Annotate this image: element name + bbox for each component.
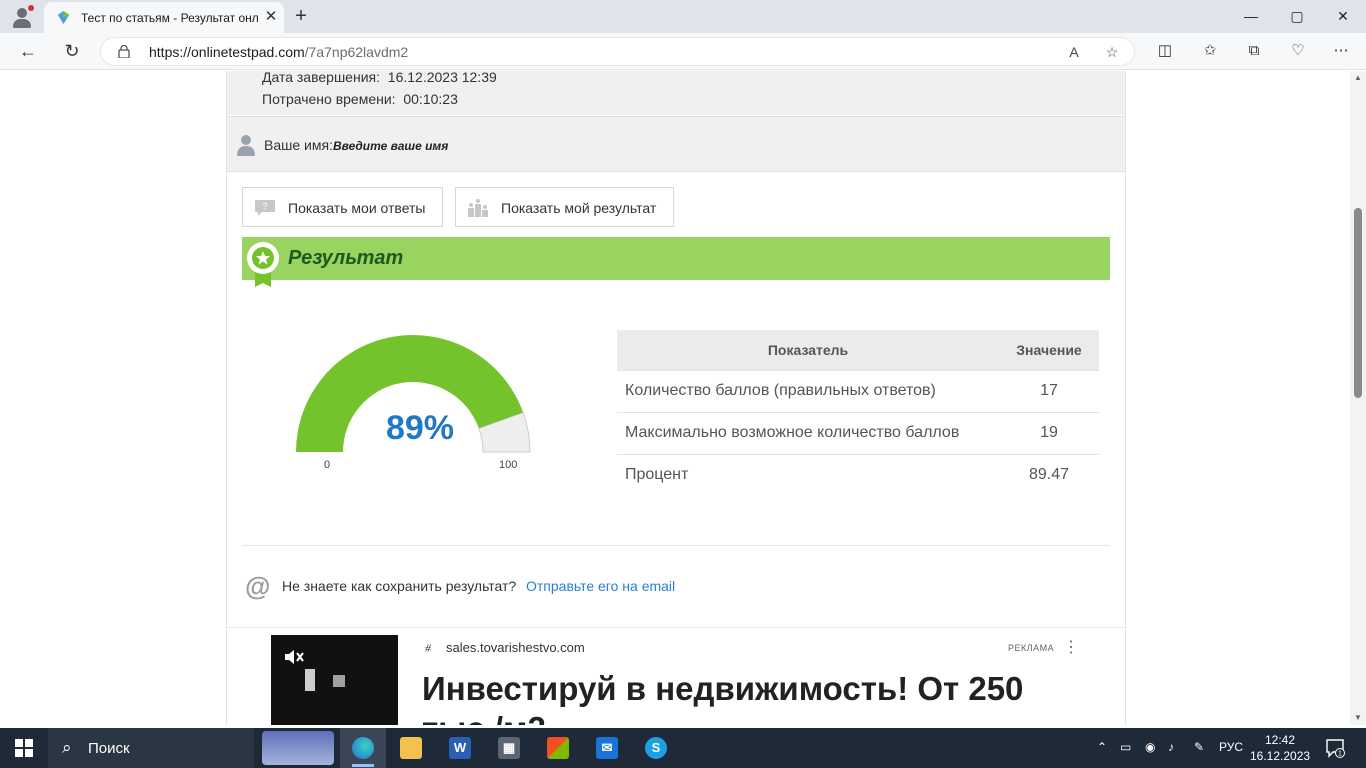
ad-domain-icon: ⧣ [425,642,432,654]
test-info: Дата завершения: 16.12.2023 12:39 Потрач… [227,71,1125,115]
ad-domain[interactable]: sales.tovarishestvo.com [446,640,585,655]
tab-title: Тест по статьям - Результат онл [81,11,259,25]
address-bar[interactable]: https://onlinetestpad.com/7a7np62lavdm2 … [100,37,1135,66]
tab-active[interactable]: Тест по статьям - Результат онл ✕ [44,2,284,33]
read-aloud-icon[interactable]: A [1063,42,1085,62]
table-row: Количество баллов (правильных ответов) 1… [617,369,1099,412]
show-result-button[interactable]: Показать мой результат [455,187,674,227]
table-cell: 89.47 [999,453,1099,496]
question-bubble-icon: ? [255,200,275,216]
tray-chevron-icon[interactable]: ⌃ [1097,740,1107,754]
calculator-icon[interactable]: ▦ [486,728,532,768]
ad-label: РЕКЛАМА [1008,643,1055,653]
taskbar-clock[interactable]: 12:42 16.12.2023 [1250,732,1310,764]
name-field[interactable]: Ваше имя:Введите ваше имя [264,137,448,153]
podium-icon [468,199,488,217]
refresh-icon[interactable]: ↻ [58,39,86,63]
lock-icon [118,45,130,58]
scroll-up-icon[interactable]: ▲ [1350,71,1366,85]
back-arrow-icon[interactable]: ← [14,39,42,63]
save-question: Не знаете как сохранить результат? [282,578,517,594]
mail-icon[interactable]: ✉ [584,728,630,768]
network-icon[interactable]: ◉ [1145,740,1155,754]
pen-icon[interactable]: ✎ [1194,740,1204,754]
send-email-link[interactable]: Отправьте его на email [526,578,675,594]
result-table: Показатель Значение Количество баллов (п… [617,330,1099,496]
page-viewport: Дата завершения: 16.12.2023 12:39 Потрач… [0,71,1350,725]
table-header-row: Показатель Значение [617,330,1099,370]
name-bar: Ваше имя:Введите ваше имя [227,116,1125,172]
table-cell: Количество баллов (правильных ответов) [617,369,999,412]
close-window-button[interactable]: ✕ [1320,0,1366,33]
search-icon: ⌕ [62,738,72,757]
mute-icon[interactable] [283,647,305,667]
gauge-max-label: 100 [499,459,518,471]
store-icon[interactable] [535,728,581,768]
scrollbar-thumb[interactable] [1354,208,1362,398]
table-row: Максимально возможное количество баллов … [617,411,1099,454]
gauge-min-label: 0 [324,459,331,471]
site-favicon-icon [57,10,70,25]
browser-titlebar: Тест по статьям - Результат онл ✕ + — ▢ … [0,0,1366,33]
column-header: Показатель [617,330,999,370]
gauge-percent: 89% [385,409,455,447]
page-scrollbar[interactable]: ▲ ▼ [1350,71,1366,725]
favorites-icon[interactable]: ✩ [1198,40,1222,62]
award-badge-icon [247,242,279,287]
notifications-icon[interactable]: 1 [1325,738,1345,758]
table-row: Процент 89.47 [617,453,1099,496]
more-menu-icon[interactable]: ⋯ [1329,40,1353,62]
show-answers-button[interactable]: ? Показать мои ответы [242,187,443,227]
table-cell: Процент [617,453,999,496]
browser-navbar: ← ↻ https://onlinetestpad.com/7a7np62lav… [0,33,1366,70]
minimize-button[interactable]: — [1228,0,1274,33]
file-explorer-icon[interactable] [388,728,434,768]
result-card: Дата завершения: 16.12.2023 12:39 Потрач… [226,71,1126,725]
column-header: Значение [999,330,1099,370]
ad-headline[interactable]: Инвестируй в недвижимость! От 250 тыс./м… [422,669,1112,725]
table-cell: 17 [999,369,1099,412]
windows-start-icon[interactable] [15,739,33,757]
ad-menu-icon[interactable]: ⋮ [1063,637,1079,657]
new-tab-button[interactable]: + [290,6,312,28]
table-cell: 19 [999,411,1099,454]
extensions-icon[interactable]: ♡ [1286,40,1310,62]
edge-browser-icon[interactable] [340,728,386,768]
result-title: Результат [288,247,404,269]
windows-taskbar: ⌕ Поиск W ▦ ✉ S ⌃ ▭ ◉ ♪ ✎ РУС 12:42 16.1… [0,728,1366,768]
collections-icon[interactable]: ⧉ [1242,40,1266,62]
svg-text:1: 1 [1338,751,1342,758]
word-icon[interactable]: W [437,728,483,768]
split-screen-icon[interactable]: ◫ [1153,40,1177,62]
divider [242,545,1110,546]
email-at-icon: @ [245,571,271,601]
news-widget-icon[interactable] [262,731,334,765]
volume-icon[interactable]: ♪ [1168,740,1174,754]
time-spent-row: Потрачено времени: 00:10:23 [262,91,458,107]
user-icon [237,135,255,156]
finish-date-row: Дата завершения: 16.12.2023 12:39 [262,71,497,85]
taskbar-search[interactable]: ⌕ Поиск [48,728,254,768]
score-gauge: 89% 0 100 [295,329,545,479]
scroll-down-icon[interactable]: ▼ [1350,711,1366,725]
svg-text:?: ? [262,201,267,211]
battery-icon[interactable]: ▭ [1120,740,1131,754]
favorite-star-icon[interactable]: ☆ [1101,42,1123,62]
result-header: Результат [242,237,1110,287]
divider [227,627,1125,628]
skype-icon[interactable]: S [633,728,679,768]
table-cell: Максимально возможное количество баллов [617,411,999,454]
language-indicator[interactable]: РУС [1219,740,1243,754]
tab-close-icon[interactable]: ✕ [262,8,280,26]
url-text: https://onlinetestpad.com/7a7np62lavdm2 [149,44,409,60]
profile-avatar-icon[interactable] [10,5,34,29]
ad-video[interactable] [271,635,398,725]
maximize-button[interactable]: ▢ [1274,0,1320,33]
